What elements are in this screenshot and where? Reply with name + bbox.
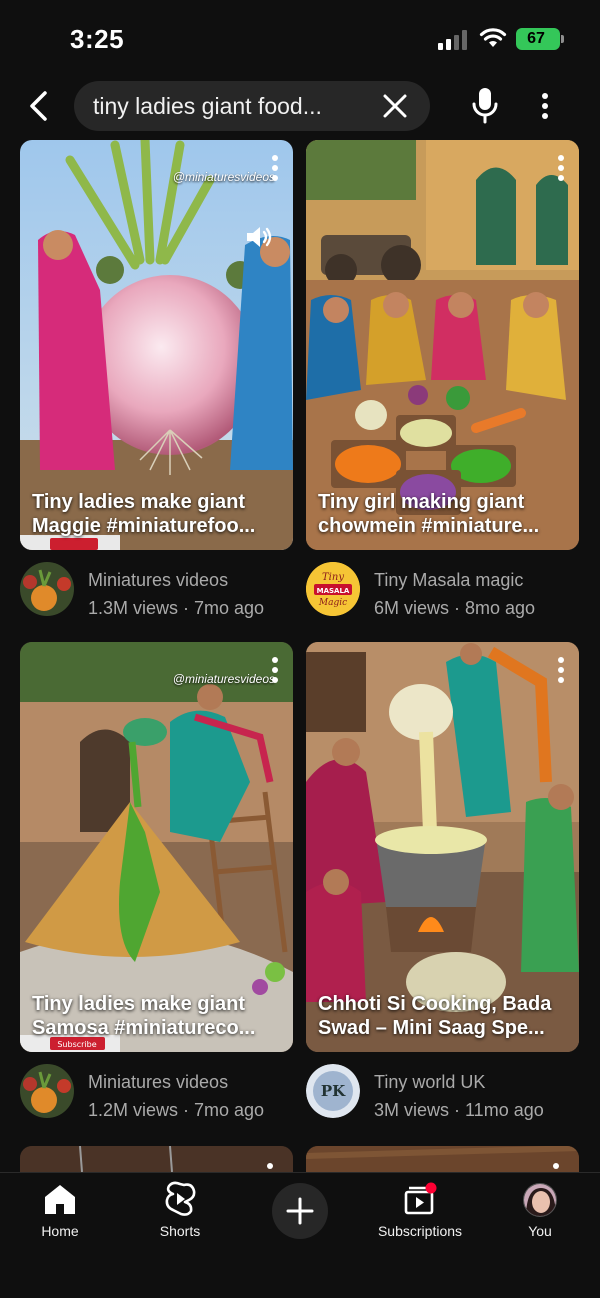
channel-avatar[interactable]: PK — [306, 1064, 360, 1118]
video-meta: Miniatures videos 1.3M views · 7mo ago — [20, 550, 293, 640]
search-header: tiny ladies giant food... — [0, 78, 600, 134]
video-menu-icon[interactable] — [271, 154, 279, 182]
nav-subscriptions[interactable]: Subscriptions — [360, 1181, 480, 1251]
microphone-icon — [472, 88, 498, 124]
wifi-icon — [479, 28, 507, 47]
search-query: tiny ladies giant food... — [93, 93, 322, 119]
video-card[interactable]: Chhoti Si Cooking, Bada Swad – Mini Saag… — [306, 642, 579, 1142]
clear-search-icon[interactable] — [382, 93, 408, 119]
new-content-badge — [425, 1182, 437, 1194]
video-stats: 1.2M views · 7mo ago — [88, 1100, 265, 1120]
speaker-icon[interactable] — [245, 224, 275, 250]
video-stats: 1.3M views · 7mo ago — [88, 598, 265, 618]
video-meta: Miniatures videos 1.2M views · 7mo ago — [20, 1052, 293, 1142]
video-menu-icon[interactable] — [557, 154, 565, 182]
video-stats: 6M views · 8mo ago — [374, 598, 536, 618]
channel-avatar[interactable]: Tiny MASALA Magic — [306, 562, 360, 616]
channel-name[interactable]: Miniatures videos — [88, 570, 228, 591]
shorts-icon — [165, 1181, 196, 1216]
video-title: Chhoti Si Cooking, Bada Swad – Mini Saag… — [318, 993, 552, 1039]
video-card-partial[interactable] — [20, 1146, 293, 1172]
more-options-button[interactable] — [530, 86, 560, 126]
channel-watermark: @miniaturesvideos — [172, 170, 275, 184]
nav-subscriptions-label: Subscriptions — [377, 1223, 463, 1239]
video-card[interactable]: Subscribe @miniaturesvideos Tiny ladies … — [20, 642, 293, 1142]
subscribe-chip-label: Subscribe — [57, 1040, 96, 1049]
video-card[interactable]: @miniaturesvideos Tiny ladies make giant… — [20, 140, 293, 640]
video-title: Tiny ladies make giant Samosa #miniature… — [32, 993, 256, 1039]
channel-avatar[interactable] — [20, 1064, 74, 1118]
channel-watermark: @miniaturesvideos — [172, 672, 275, 686]
battery-level: 67 — [527, 30, 545, 47]
channel-name[interactable]: Miniatures videos — [88, 1072, 228, 1093]
svg-text:MASALA: MASALA — [317, 587, 350, 595]
plus-icon — [286, 1197, 314, 1225]
home-icon — [45, 1185, 75, 1214]
thumbnail-image — [20, 140, 293, 550]
voice-search-button[interactable] — [466, 86, 504, 126]
channel-name[interactable]: Tiny Masala magic — [374, 570, 523, 591]
nav-you[interactable]: You — [480, 1181, 600, 1251]
video-title: Tiny ladies make giant Maggie #miniature… — [32, 491, 256, 537]
thumbnail-image: Subscribe — [20, 642, 293, 1052]
search-input[interactable]: tiny ladies giant food... — [74, 81, 430, 131]
video-title: Tiny girl making giant chowmein #miniatu… — [318, 491, 540, 537]
video-thumbnail[interactable]: Tiny girl making giant chowmein #miniatu… — [306, 140, 579, 550]
video-card[interactable]: Tiny girl making giant chowmein #miniatu… — [306, 140, 579, 640]
video-meta: Tiny MASALA Magic Tiny Masala magic 6M vie… — [306, 550, 579, 640]
video-thumbnail[interactable]: Chhoti Si Cooking, Bada Swad – Mini Saag… — [306, 642, 579, 1052]
status-time: 3:25 — [70, 24, 125, 54]
status-bar: 3:25 67 — [0, 0, 600, 80]
create-button[interactable] — [272, 1183, 328, 1239]
video-meta: PK Tiny world UK 3M views · 11mo ago — [306, 1052, 579, 1142]
more-vertical-icon — [542, 93, 548, 119]
svg-text:PK: PK — [321, 1082, 346, 1100]
video-thumbnail[interactable]: @miniaturesvideos Tiny ladies make giant… — [20, 140, 293, 550]
video-menu-icon[interactable] — [271, 656, 279, 684]
svg-text:Tiny: Tiny — [322, 572, 344, 583]
video-card-partial[interactable] — [306, 1146, 579, 1172]
thumbnail-image — [306, 642, 579, 1052]
back-button[interactable] — [18, 86, 58, 126]
channel-name[interactable]: Tiny world UK — [374, 1072, 485, 1093]
battery-indicator: 67 — [516, 28, 564, 50]
back-arrow-icon — [30, 91, 47, 121]
video-thumbnail[interactable]: Subscribe @miniaturesvideos Tiny ladies … — [20, 642, 293, 1052]
thumbnail-image — [306, 140, 579, 550]
svg-text:Magic: Magic — [318, 598, 347, 608]
video-stats: 3M views · 11mo ago — [374, 1100, 544, 1120]
nav-home[interactable]: Home — [0, 1181, 120, 1251]
channel-avatar[interactable] — [20, 562, 74, 616]
bottom-navigation: Home Shorts Subscriptions You — [0, 1172, 600, 1298]
nav-shorts[interactable]: Shorts — [120, 1181, 240, 1251]
user-avatar — [523, 1183, 557, 1217]
nav-you-label: You — [528, 1223, 552, 1239]
cellular-signal-icon — [438, 30, 467, 50]
nav-shorts-label: Shorts — [159, 1223, 201, 1239]
subscriptions-icon — [404, 1182, 437, 1215]
video-menu-icon[interactable] — [557, 656, 565, 684]
nav-home-label: Home — [41, 1223, 79, 1239]
